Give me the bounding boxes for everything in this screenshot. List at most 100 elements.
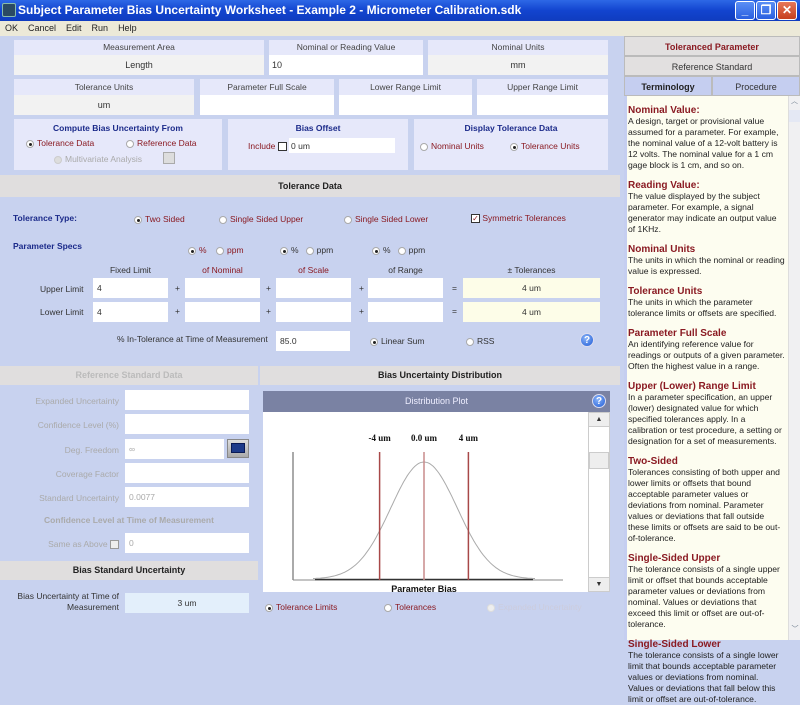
scroll-down-arrow[interactable]: ﹀ — [789, 624, 800, 636]
radio-reference-data[interactable]: Reference Data — [126, 138, 197, 148]
nominal-value-box: Nominal or Reading Value 10 — [269, 40, 423, 75]
tolerance-units-value[interactable]: um — [14, 95, 194, 115]
col-of-nominal: of Nominal — [202, 265, 243, 275]
lower-nominal-input[interactable] — [185, 302, 260, 322]
radio-icon — [54, 155, 62, 164]
distribution-plot-title: Distribution Plot — [404, 396, 469, 406]
full-scale-label: Parameter Full Scale — [227, 82, 307, 92]
radio-tolerance-data[interactable]: Tolerance Data — [26, 138, 94, 148]
term-title: Tolerance Units — [628, 286, 703, 297]
radio-nominal-units[interactable]: Nominal Units — [420, 141, 484, 151]
tab-procedure[interactable]: Procedure — [712, 76, 800, 96]
calculator-button[interactable] — [227, 439, 249, 458]
term-description: In a parameter specification, an upper (… — [628, 392, 782, 446]
lower-fixed-input[interactable]: 4 — [93, 302, 168, 322]
tolerance-units-label: Tolerance Units — [74, 82, 134, 92]
range-units-toggle[interactable]: % ppm — [372, 245, 425, 255]
close-button[interactable]: ✕ — [777, 1, 797, 20]
tab-terminology[interactable]: Terminology — [624, 76, 712, 96]
term-description: An identifying reference value for readi… — [628, 339, 785, 371]
upper-range-input[interactable] — [368, 278, 443, 298]
terminology-scrollbar[interactable]: ︿ ﹀ — [788, 96, 800, 640]
term-item: Two-Sided Tolerances consisting of both u… — [626, 456, 786, 544]
plus-sign: + — [266, 306, 271, 316]
radio-icon — [280, 246, 288, 255]
conf-time-title: Confidence Level at Time of Measurement — [44, 515, 214, 525]
menu-cancel[interactable]: Cancel — [28, 23, 56, 33]
in-tolerance-label: % In-Tolerance at Time of Measurement — [117, 334, 268, 344]
tolerance-marker-label: 4 um — [459, 433, 479, 443]
nominal-value-input[interactable]: 10 — [269, 55, 423, 75]
term-title: Nominal Value: — [628, 105, 700, 116]
menu-run[interactable]: Run — [92, 23, 109, 33]
nominal-units-label: Nominal Units — [491, 42, 545, 52]
distribution-plot-titlebar: Distribution Plot — [263, 391, 610, 412]
minimize-button[interactable]: _ — [735, 1, 755, 20]
scroll-down-arrow[interactable]: ▼ — [589, 577, 609, 591]
term-description: Tolerances consisting of both upper and … — [628, 467, 781, 543]
plot-help-icon[interactable]: ? — [592, 394, 606, 408]
radio-two-sided[interactable]: Two Sided — [134, 214, 185, 224]
scale-units-toggle[interactable]: % ppm — [280, 245, 333, 255]
term-description: A design, target or provisional value as… — [628, 116, 779, 170]
radio-tolerances[interactable]: Tolerances — [384, 602, 436, 612]
radio-tolerance-units[interactable]: Tolerance Units — [510, 141, 580, 151]
menu-edit[interactable]: Edit — [66, 23, 82, 33]
reference-data-header: Reference Standard Data — [0, 366, 258, 385]
tolerance-type-label: Tolerance Type: — [13, 213, 77, 223]
upper-scale-input[interactable] — [276, 278, 351, 298]
lower-range-input[interactable] — [368, 302, 443, 322]
in-tolerance-input[interactable]: 85.0 — [276, 331, 350, 351]
symmetric-tolerances-checkbox[interactable]: ✓ Symmetric Tolerances — [471, 213, 566, 224]
include-checkbox[interactable]: Include — [248, 141, 287, 152]
help-icon[interactable]: ? — [580, 333, 594, 347]
nominal-units-value[interactable]: mm — [428, 55, 608, 75]
lower-scale-input[interactable] — [276, 302, 351, 322]
radio-icon — [384, 603, 392, 612]
upper-nominal-input[interactable] — [185, 278, 260, 298]
upper-range-label: Upper Range Limit — [507, 82, 578, 92]
standard-uncertainty-label: Standard Uncertainty — [39, 493, 119, 503]
term-title: Reading Value: — [628, 180, 700, 191]
radio-icon — [134, 215, 142, 224]
lower-range-label: Lower Range Limit — [370, 82, 441, 92]
scroll-thumb[interactable] — [789, 110, 800, 122]
lower-range-input[interactable] — [339, 95, 472, 115]
radio-linear-sum[interactable]: Linear Sum — [370, 336, 424, 346]
same-as-above-input: 0 — [125, 533, 249, 553]
distribution-header: Bias Uncertainty Distribution — [260, 366, 620, 385]
full-scale-input[interactable] — [200, 95, 334, 115]
tolerance-data-header: Tolerance Data — [0, 175, 620, 197]
term-item: Nominal Value: A design, target or provis… — [626, 105, 786, 171]
radio-icon — [420, 142, 428, 151]
nominal-units-toggle[interactable]: % ppm — [188, 245, 244, 255]
tolerance-marker-label: 0.0 um — [411, 433, 438, 443]
radio-rss[interactable]: RSS — [466, 336, 494, 346]
multivariate-button — [163, 152, 175, 164]
tab-reference-standard[interactable]: Reference Standard — [624, 56, 800, 76]
radio-icon — [372, 246, 380, 255]
plot-scrollbar[interactable]: ▲ ▼ — [588, 412, 610, 592]
menu-help[interactable]: Help — [118, 23, 137, 33]
checkbox-checked-icon: ✓ — [471, 214, 480, 224]
measurement-area-value[interactable]: Length — [14, 55, 264, 75]
restore-button[interactable]: ❐ — [756, 1, 776, 20]
upper-fixed-input[interactable]: 4 — [93, 278, 168, 298]
term-description: The value displayed by the subject param… — [628, 191, 777, 234]
tab-toleranced-parameter[interactable]: Toleranced Parameter — [624, 36, 800, 56]
radio-icon — [510, 142, 518, 151]
radio-icon — [397, 246, 406, 255]
scroll-up-arrow[interactable]: ︿ — [789, 96, 800, 108]
right-panel: Toleranced Parameter Reference Standard … — [624, 36, 800, 704]
radio-single-sided-lower[interactable]: Single Sided Lower — [344, 214, 428, 224]
upper-range-input[interactable] — [477, 95, 608, 115]
scroll-up-arrow[interactable]: ▲ — [589, 413, 609, 427]
radio-single-sided-upper[interactable]: Single Sided Upper — [219, 214, 303, 224]
col-of-scale: of Scale — [298, 265, 329, 275]
bias-offset-title: Bias Offset — [295, 123, 341, 133]
radio-icon — [487, 603, 495, 612]
scroll-thumb[interactable] — [589, 452, 609, 469]
menu-ok[interactable]: OK — [5, 23, 18, 33]
bias-offset-input[interactable]: 0 um — [289, 138, 395, 153]
radio-tolerance-limits[interactable]: Tolerance Limits — [265, 602, 337, 612]
